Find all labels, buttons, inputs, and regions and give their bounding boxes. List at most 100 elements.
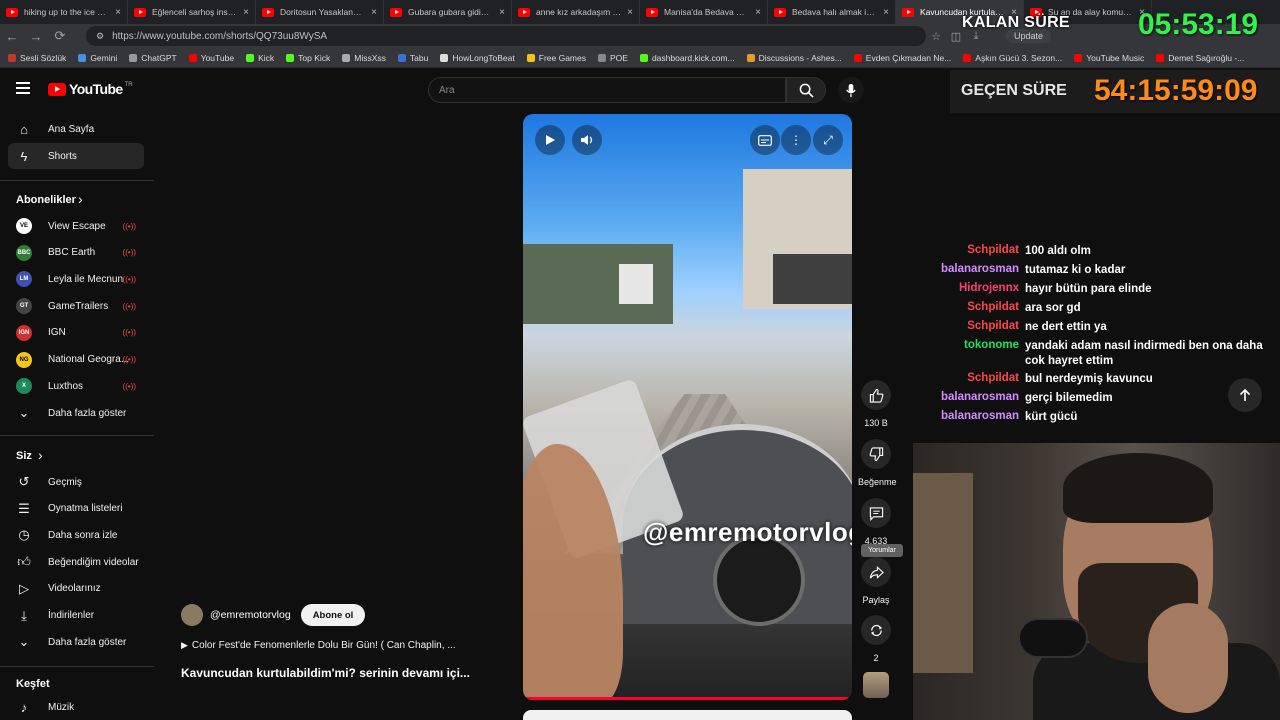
video-progress-bar[interactable] xyxy=(523,697,852,700)
browser-tab[interactable]: hiking up to the ice cave × xyxy=(0,0,128,24)
more-options-button[interactable]: ⋮ xyxy=(781,125,811,155)
reload-icon[interactable]: ⟳ xyxy=(48,28,72,44)
sidebar-item[interactable]: GT GameTrailers ((•)) xyxy=(8,293,144,319)
bookmark-item[interactable]: POE xyxy=(598,53,628,63)
channel-avatar[interactable] xyxy=(181,604,203,626)
remix-action[interactable]: 2 xyxy=(858,615,894,663)
sidebar-item[interactable]: ◷ Daha sonra izle xyxy=(8,522,144,548)
chat-username[interactable]: balanarosman xyxy=(930,391,1019,403)
sidebar-item[interactable]: VE View Escape ((•)) xyxy=(8,213,144,239)
playlist-link[interactable]: ▶ Color Fest'de Fenomenlerle Dolu Bir Gün… xyxy=(181,640,456,651)
sound-thumbnail[interactable] xyxy=(863,672,889,698)
captions-icon xyxy=(758,134,772,146)
bookmark-item[interactable]: MissXss xyxy=(342,53,386,63)
bookmark-item[interactable]: Tabu xyxy=(397,53,428,63)
sidebar-item[interactable]: ☰ Oynatma listeleri xyxy=(8,496,144,522)
sidebar-item[interactable]: 👍︎ Beğendiğim videolar xyxy=(8,549,144,575)
share-button[interactable] xyxy=(861,557,891,587)
short-title[interactable]: Kavuncudan kurtulabildim'mi? serinin dev… xyxy=(181,666,470,680)
forward-icon[interactable]: → xyxy=(24,29,48,44)
bookmark-favicon-icon xyxy=(397,53,406,62)
chat-username[interactable]: Hidrojennx xyxy=(930,282,1019,294)
bookmark-item[interactable]: Evden Çıkmadan Ne... xyxy=(853,53,951,63)
chat-username[interactable]: Schpildat xyxy=(930,301,1019,313)
comments-action[interactable]: 4.633 xyxy=(858,498,894,546)
bookmark-item[interactable]: Kick xyxy=(246,53,274,63)
sidebar-item[interactable]: LM Leyla ile Mecnun ((•)) xyxy=(8,266,144,292)
shorts-video-player[interactable]: @emremotorvlog ⋮ ⤢ xyxy=(523,114,852,700)
url-text: https://www.youtube.com/shorts/QQ73uu8Wy… xyxy=(112,30,328,42)
bookmark-item[interactable]: HowLongToBeat xyxy=(440,53,515,63)
close-tab-icon[interactable]: × xyxy=(883,7,889,18)
url-field[interactable]: ⚙ https://www.youtube.com/shorts/QQ73uu8… xyxy=(86,26,926,46)
channel-name[interactable]: @emremotorvlog xyxy=(210,609,291,621)
chat-username[interactable]: Schpildat xyxy=(930,372,1019,384)
like-action[interactable]: 130 B xyxy=(858,380,894,428)
chevron-right-icon[interactable]: › xyxy=(38,447,43,463)
subscribe-button[interactable]: Abone ol xyxy=(300,604,366,626)
bookmark-item[interactable]: Discussions - Ashes... xyxy=(746,53,842,63)
chat-username[interactable]: Schpildat xyxy=(930,244,1019,256)
youtube-logo[interactable]: YouTube TR xyxy=(48,81,133,97)
sidebar-item[interactable]: ⤓ İndirilenler xyxy=(8,603,144,629)
browser-tab[interactable]: Doritosun Yasaklanan Pu × xyxy=(256,0,384,24)
chat-username[interactable]: balanarosman xyxy=(930,410,1019,422)
browser-tab[interactable]: Bedava halı almak isteye × xyxy=(768,0,896,24)
close-tab-icon[interactable]: × xyxy=(115,7,121,18)
close-tab-icon[interactable]: × xyxy=(499,7,505,18)
close-tab-icon[interactable]: × xyxy=(371,7,377,18)
star-icon[interactable]: ☆ xyxy=(926,30,946,43)
comments-button[interactable] xyxy=(861,498,891,528)
site-info-icon[interactable]: ⚙ xyxy=(96,31,104,42)
chat-username[interactable]: Schpildat xyxy=(930,320,1019,332)
bookmark-item[interactable]: Top Kick xyxy=(286,53,330,63)
sidebar-item[interactable]: IGN IGN ((•)) xyxy=(8,320,144,346)
like-button[interactable] xyxy=(861,380,891,410)
sidebar-item-label: Geçmiş xyxy=(48,476,82,488)
close-tab-icon[interactable]: × xyxy=(755,7,761,18)
back-icon[interactable]: ← xyxy=(0,29,24,44)
browser-tab[interactable]: Manisa'da Bedava Mesa × xyxy=(640,0,768,24)
sidebar-item[interactable]: ⌄ Daha fazla göster xyxy=(8,629,144,655)
play-button[interactable] xyxy=(535,125,565,155)
bookmark-item[interactable]: Sesli Sözlük xyxy=(8,53,66,63)
browser-tab[interactable]: Eğlenceli sarhoş insanlar × xyxy=(128,0,256,24)
sidebar-item[interactable]: ▷ Videolarınız xyxy=(8,576,144,602)
dislike-button[interactable] xyxy=(861,439,891,469)
browser-tab[interactable]: anne kız arkadaşım nere × xyxy=(512,0,640,24)
bookmark-item[interactable]: Gemini xyxy=(78,53,117,63)
bookmark-item[interactable]: ChatGPT xyxy=(129,53,177,63)
sidebar-item[interactable]: ↺ Geçmiş xyxy=(8,469,144,495)
chat-username[interactable]: balanarosman xyxy=(930,263,1019,275)
search-input[interactable]: Ara xyxy=(428,77,786,103)
mute-button[interactable] xyxy=(572,125,602,155)
chat-username[interactable]: tokonome xyxy=(930,339,1019,351)
bookmark-item[interactable]: YouTube xyxy=(188,53,234,63)
remix-button[interactable] xyxy=(861,615,891,645)
sidebar-section-heading[interactable]: Siz xyxy=(16,450,32,462)
voice-search-button[interactable] xyxy=(838,77,864,103)
browser-tab[interactable]: Gubara gubara gidiyom × xyxy=(384,0,512,24)
fullscreen-button[interactable]: ⤢ xyxy=(813,125,843,155)
close-tab-icon[interactable]: × xyxy=(627,7,633,18)
scroll-top-button[interactable] xyxy=(1228,378,1262,412)
search-button[interactable] xyxy=(786,77,826,103)
sidebar-item[interactable]: ⌄ Daha fazla göster xyxy=(8,400,144,426)
sidebar-item[interactable]: ⌂ Ana Sayfa xyxy=(8,116,144,142)
dislike-action[interactable]: Beğenme xyxy=(858,439,897,487)
sidebar-item[interactable]: ♪ Müzik xyxy=(8,694,144,720)
bookmark-item[interactable]: dashboard.kick.com... xyxy=(639,53,735,63)
sidebar-item[interactable]: ϟ Shorts xyxy=(8,143,144,169)
chevron-right-icon[interactable]: › xyxy=(78,191,83,207)
next-short-preview[interactable] xyxy=(523,710,852,720)
close-tab-icon[interactable]: × xyxy=(243,7,249,18)
share-action[interactable]: Paylaş xyxy=(858,557,894,605)
menu-icon[interactable] xyxy=(16,82,30,94)
sidebar-item[interactable]: X Luxthos ((•)) xyxy=(8,373,144,399)
live-indicator-icon: ((•)) xyxy=(122,248,136,258)
sidebar-item[interactable]: NG National Geogra... ((•)) xyxy=(8,347,144,373)
sidebar-item[interactable]: BBC BBC Earth ((•)) xyxy=(8,240,144,266)
captions-button[interactable] xyxy=(750,125,780,155)
sidebar-section-heading[interactable]: Abonelikler xyxy=(16,194,76,206)
bookmark-item[interactable]: Free Games xyxy=(526,53,586,63)
